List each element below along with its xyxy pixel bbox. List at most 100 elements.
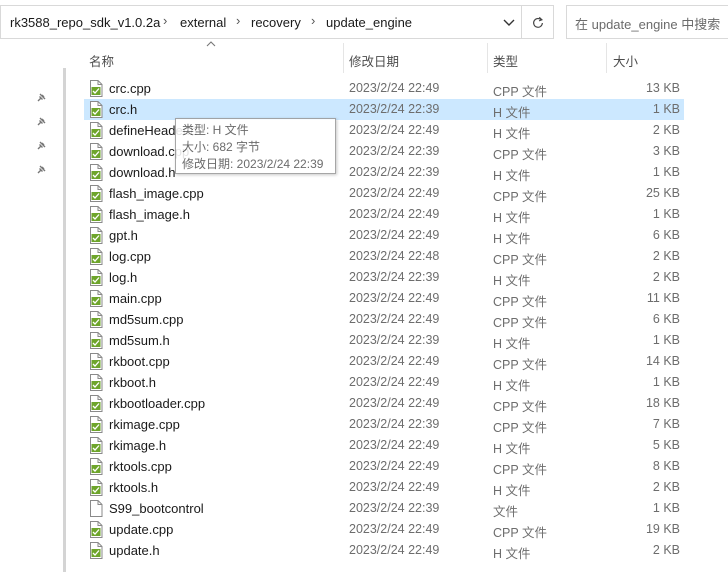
- cpp-file-icon: [89, 143, 103, 160]
- column-divider[interactable]: [606, 43, 607, 73]
- pin-icon[interactable]: [35, 140, 47, 152]
- file-name: rkbootloader.cpp: [109, 396, 206, 411]
- file-name: rkboot.cpp: [109, 354, 170, 369]
- file-row[interactable]: md5sum.h 2023/2/24 22:39 H 文件 1 KB: [84, 330, 684, 351]
- file-name: update.h: [109, 543, 160, 558]
- file-type: H 文件: [493, 232, 531, 246]
- column-header-date[interactable]: 修改日期: [349, 51, 399, 70]
- file-name: rkimage.cpp: [109, 417, 180, 432]
- h-file-icon: [89, 164, 103, 181]
- file-row[interactable]: flash_image.h 2023/2/24 22:49 H 文件 1 KB: [84, 204, 684, 225]
- cpp-file-icon: [89, 248, 103, 265]
- column-header-size[interactable]: 大小: [613, 51, 638, 70]
- file-type: H 文件: [493, 274, 531, 288]
- file-size: 1 KB: [652, 375, 680, 389]
- file-row[interactable]: update.h 2023/2/24 22:49 H 文件 2 KB: [84, 540, 684, 561]
- file-row[interactable]: download.h 2023/2/24 22:39 H 文件 1 KB: [84, 162, 684, 183]
- file-size: 18 KB: [645, 396, 680, 410]
- file-info-tooltip: 类型: H 文件 大小: 682 字节 修改日期: 2023/2/24 22:3…: [175, 118, 336, 174]
- column-divider[interactable]: [487, 43, 488, 73]
- refresh-button[interactable]: [522, 5, 554, 39]
- breadcrumb-update-engine[interactable]: update_engine: [326, 15, 412, 30]
- file-type: H 文件: [493, 547, 531, 561]
- chevron-down-icon[interactable]: [502, 14, 516, 30]
- file-row[interactable]: crc.h 2023/2/24 22:39 H 文件 1 KB: [84, 99, 684, 120]
- file-row[interactable]: S99_bootcontrol 2023/2/24 22:39 文件 1 KB: [84, 498, 684, 519]
- file-row[interactable]: md5sum.cpp 2023/2/24 22:49 CPP 文件 6 KB: [84, 309, 684, 330]
- file-modified-date: 2023/2/24 22:49: [349, 81, 440, 95]
- cpp-file-icon: [89, 521, 103, 538]
- breadcrumb-separator[interactable]: ›: [163, 13, 167, 28]
- file-modified-date: 2023/2/24 22:48: [349, 249, 440, 263]
- file-size: 13 KB: [645, 81, 680, 95]
- file-type: H 文件: [493, 127, 531, 141]
- tooltip-date: 修改日期: 2023/2/24 22:39: [182, 157, 324, 171]
- file-modified-date: 2023/2/24 22:49: [349, 459, 440, 473]
- file-size: 11 KB: [646, 291, 680, 305]
- file-row[interactable]: rktools.cpp 2023/2/24 22:49 CPP 文件 8 KB: [84, 456, 684, 477]
- file-row[interactable]: rktools.h 2023/2/24 22:49 H 文件 2 KB: [84, 477, 684, 498]
- file-name: log.h: [109, 270, 138, 285]
- file-row[interactable]: log.cpp 2023/2/24 22:48 CPP 文件 2 KB: [84, 246, 684, 267]
- file-row[interactable]: flash_image.cpp 2023/2/24 22:49 CPP 文件 25 K…: [84, 183, 684, 204]
- cpp-file-icon: [89, 416, 103, 433]
- file-modified-date: 2023/2/24 22:49: [349, 123, 440, 137]
- file-row[interactable]: rkboot.cpp 2023/2/24 22:49 CPP 文件 14 KB: [84, 351, 684, 372]
- file-size: 1 KB: [652, 333, 680, 347]
- sort-ascending-icon: [206, 41, 216, 47]
- h-file-icon: [89, 206, 103, 223]
- file-row[interactable]: log.h 2023/2/24 22:39 H 文件 2 KB: [84, 267, 684, 288]
- file-type: CPP 文件: [493, 463, 547, 477]
- pin-icon[interactable]: [35, 164, 47, 176]
- file-name: download.h: [109, 165, 176, 180]
- file-type: H 文件: [493, 379, 531, 393]
- file-row[interactable]: main.cpp 2023/2/24 22:49 CPP 文件 11 KB: [84, 288, 684, 309]
- file-name: rkimage.h: [109, 438, 167, 453]
- file-row[interactable]: download.cpp 2023/2/24 22:39 CPP 文件 3 KB: [84, 141, 684, 162]
- file-type: 文件: [493, 505, 519, 519]
- file-name: crc.cpp: [109, 81, 151, 96]
- file-type: H 文件: [493, 106, 531, 120]
- file-type: CPP 文件: [493, 85, 547, 99]
- column-header-row: 名称 修改日期 类型 大小: [0, 40, 728, 74]
- pane-splitter[interactable]: [63, 68, 66, 572]
- file-row[interactable]: rkbootloader.cpp 2023/2/24 22:49 CPP 文件 18 …: [84, 393, 684, 414]
- file-size: 14 KB: [645, 354, 680, 368]
- file-row[interactable]: gpt.h 2023/2/24 22:49 H 文件 6 KB: [84, 225, 684, 246]
- file-modified-date: 2023/2/24 22:39: [349, 501, 440, 515]
- search-input[interactable]: 在 update_engine 中搜索: [566, 5, 728, 39]
- pin-icon[interactable]: [35, 116, 47, 128]
- column-header-type[interactable]: 类型: [493, 51, 518, 70]
- file-row[interactable]: update.cpp 2023/2/24 22:49 CPP 文件 19 KB: [84, 519, 684, 540]
- cpp-file-icon: [89, 458, 103, 475]
- column-header-name[interactable]: 名称: [89, 51, 114, 70]
- navigation-pane: [0, 40, 66, 572]
- address-bar[interactable]: rk3588_repo_sdk_v1.0.2a › external › rec…: [0, 5, 522, 39]
- file-type: CPP 文件: [493, 316, 547, 330]
- file-row[interactable]: rkimage.cpp 2023/2/24 22:39 CPP 文件 7 KB: [84, 414, 684, 435]
- cpp-file-icon: [89, 395, 103, 412]
- file-size: 1 KB: [652, 207, 680, 221]
- file-row[interactable]: rkboot.h 2023/2/24 22:49 H 文件 1 KB: [84, 372, 684, 393]
- file-name: S99_bootcontrol: [109, 501, 204, 516]
- file-name: md5sum.h: [109, 333, 170, 348]
- file-row[interactable]: defineHeader.h 2023/2/24 22:49 H 文件 2 KB: [84, 120, 684, 141]
- file-row[interactable]: crc.cpp 2023/2/24 22:49 CPP 文件 13 KB: [84, 78, 684, 99]
- breadcrumb-separator[interactable]: ›: [311, 13, 315, 28]
- breadcrumb-root[interactable]: rk3588_repo_sdk_v1.0.2a: [10, 15, 160, 30]
- file-row[interactable]: rkimage.h 2023/2/24 22:49 H 文件 5 KB: [84, 435, 684, 456]
- file-size: 2 KB: [652, 249, 680, 263]
- file-modified-date: 2023/2/24 22:49: [349, 375, 440, 389]
- breadcrumb-external[interactable]: external: [180, 15, 226, 30]
- file-type: H 文件: [493, 442, 531, 456]
- file-size: 3 KB: [652, 144, 680, 158]
- h-file-icon: [89, 332, 103, 349]
- breadcrumb-recovery[interactable]: recovery: [251, 15, 301, 30]
- pin-icon[interactable]: [35, 92, 47, 104]
- file-type: H 文件: [493, 211, 531, 225]
- file-modified-date: 2023/2/24 22:49: [349, 438, 440, 452]
- column-divider[interactable]: [343, 43, 344, 73]
- file-type: H 文件: [493, 337, 531, 351]
- breadcrumb-separator[interactable]: ›: [236, 13, 240, 28]
- tooltip-type: 类型: H 文件: [182, 123, 249, 137]
